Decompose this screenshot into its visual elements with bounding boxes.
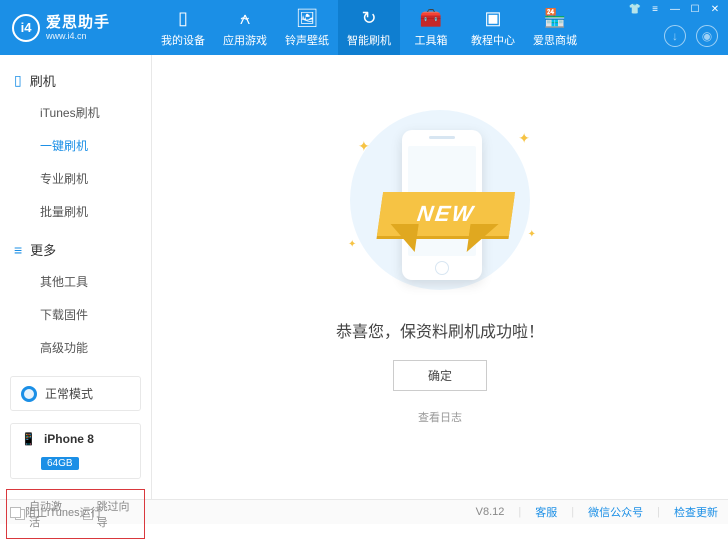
nav-tools[interactable]: 🧰工具箱 — [400, 0, 462, 55]
app-header: i4 爱思助手 www.i4.cn ▯我的设备 ⍲应用游戏 🖼铃声壁纸 ↻智能刷… — [0, 0, 728, 55]
mode-label: 正常模式 — [45, 385, 93, 402]
storage-badge: 64GB — [41, 457, 79, 470]
nav-apps[interactable]: ⍲应用游戏 — [214, 0, 276, 55]
device-name: iPhone 8 — [44, 432, 94, 446]
nav-ring[interactable]: 🖼铃声壁纸 — [276, 0, 338, 55]
shirt-icon[interactable]: 👕 — [628, 4, 642, 15]
success-message: 恭喜您，保资料刷机成功啦！ — [336, 318, 544, 342]
content-area: ✦ ✦ ✦ ✦ NEW 恭喜您，保资料刷机成功啦！ 确定 查看日志 — [152, 55, 728, 499]
phone-outline-icon: ▯ — [14, 72, 22, 89]
toolbox-icon: 🧰 — [420, 8, 442, 30]
success-illustration: ✦ ✦ ✦ ✦ NEW — [340, 110, 540, 290]
version-label: V8.12 — [476, 506, 505, 518]
sparkle-icon: ✦ — [348, 239, 356, 250]
new-ribbon: NEW — [377, 192, 515, 236]
ok-button[interactable]: 确定 — [393, 360, 487, 391]
sidebar-section-more[interactable]: ≡ 更多 — [0, 234, 151, 265]
top-nav: ▯我的设备 ⍲应用游戏 🖼铃声壁纸 ↻智能刷机 🧰工具箱 ▣教程中心 🏪爱思商城 — [152, 0, 586, 55]
sidebar-item-download[interactable]: 下载固件 — [0, 298, 151, 331]
nav-flash[interactable]: ↻智能刷机 — [338, 0, 400, 55]
phone-icon: ▯ — [178, 8, 188, 30]
nav-devices[interactable]: ▯我的设备 — [152, 0, 214, 55]
checkbox-icon — [10, 507, 21, 518]
nav-store[interactable]: 🏪爱思商城 — [524, 0, 586, 55]
apps-icon: ⍲ — [240, 8, 251, 30]
nav-tutorial[interactable]: ▣教程中心 — [462, 0, 524, 55]
sidebar-item-othertools[interactable]: 其他工具 — [0, 265, 151, 298]
mode-dot-icon — [21, 386, 37, 402]
sidebar-section-label: 更多 — [30, 240, 56, 259]
app-name: 爱思助手 — [46, 14, 110, 31]
user-button[interactable]: ◉ — [696, 25, 718, 47]
app-url: www.i4.cn — [46, 31, 110, 41]
sparkle-icon: ✦ — [518, 130, 530, 147]
wechat-link[interactable]: 微信公众号 — [588, 504, 643, 520]
update-link[interactable]: 检查更新 — [674, 504, 718, 520]
device-box[interactable]: 📱 iPhone 8 64GB — [10, 423, 141, 479]
download-button[interactable]: ↓ — [664, 25, 686, 47]
menu-icon[interactable]: ≡ — [648, 4, 662, 15]
support-link[interactable]: 客服 — [535, 504, 557, 520]
device-phone-icon: 📱 — [21, 432, 36, 446]
menu-lines-icon: ≡ — [14, 242, 22, 258]
logo-icon: i4 — [12, 14, 40, 42]
store-icon: 🏪 — [544, 8, 566, 30]
logo-area: i4 爱思助手 www.i4.cn — [0, 14, 152, 42]
sidebar-item-onekey[interactable]: 一键刷机 — [0, 129, 151, 162]
window-controls: 👕 ≡ — ☐ ✕ — [628, 4, 722, 15]
wallpaper-icon: 🖼 — [296, 8, 319, 30]
sparkle-icon: ✦ — [358, 138, 370, 155]
maximize-button[interactable]: ☐ — [688, 4, 702, 15]
sidebar-item-pro[interactable]: 专业刷机 — [0, 162, 151, 195]
sidebar: ▯ 刷机 iTunes刷机 一键刷机 专业刷机 批量刷机 ≡ 更多 其他工具 下… — [0, 55, 152, 499]
sidebar-item-batch[interactable]: 批量刷机 — [0, 195, 151, 228]
close-button[interactable]: ✕ — [708, 4, 722, 15]
sidebar-section-label: 刷机 — [30, 71, 56, 90]
sidebar-item-advanced[interactable]: 高级功能 — [0, 331, 151, 364]
sidebar-section-flash[interactable]: ▯ 刷机 — [0, 65, 151, 96]
minimize-button[interactable]: — — [668, 4, 682, 15]
sidebar-item-itunes[interactable]: iTunes刷机 — [0, 96, 151, 129]
sparkle-icon: ✦ — [528, 229, 536, 240]
flash-icon: ↻ — [361, 8, 376, 30]
mode-box[interactable]: 正常模式 — [10, 376, 141, 411]
view-log-link[interactable]: 查看日志 — [418, 409, 462, 425]
block-itunes-checkbox[interactable]: 阻止iTunes运行 — [10, 504, 102, 520]
tutorial-icon: ▣ — [484, 8, 501, 30]
